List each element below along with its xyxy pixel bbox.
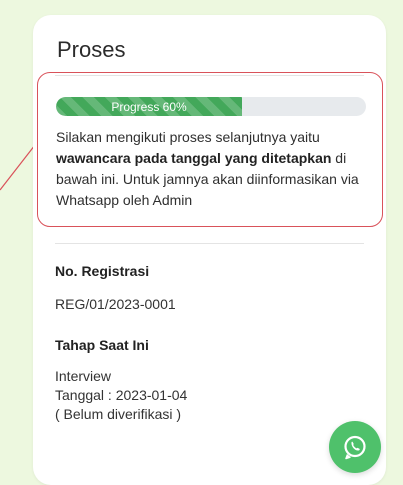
registration-number: REG/01/2023-0001: [55, 296, 176, 312]
progress-bar-fill: Progress 60%: [56, 97, 242, 116]
process-instruction-text: Silakan mengikuti proses selanjutnya yai…: [56, 127, 378, 211]
current-stage-name: Interview: [55, 368, 112, 384]
progress-bar: Progress 60%: [56, 97, 366, 116]
registration-label: No. Registrasi: [55, 263, 150, 279]
page-title: Proses: [57, 37, 126, 62]
verification-status: ( Belum diverifikasi ): [55, 406, 182, 422]
current-stage-date: Tanggal : 2023-01-04: [55, 387, 188, 403]
current-stage-label: Tahap Saat Ini: [55, 337, 149, 353]
progress-label: Progress 60%: [111, 99, 187, 114]
instruction-text-emphasis: wawancara pada tanggal yang ditetapkan: [56, 150, 332, 166]
instruction-text-start: Silakan mengikuti proses selanjutnya yai…: [56, 129, 320, 145]
whatsapp-chat-button[interactable]: [329, 421, 381, 473]
annotation-highlight-box: Progress 60% Silakan mengikuti proses se…: [37, 72, 383, 227]
whatsapp-icon: [344, 435, 366, 460]
section-divider: [55, 243, 364, 244]
process-card: Proses Progress 60% Silakan mengikuti pr…: [33, 15, 386, 485]
